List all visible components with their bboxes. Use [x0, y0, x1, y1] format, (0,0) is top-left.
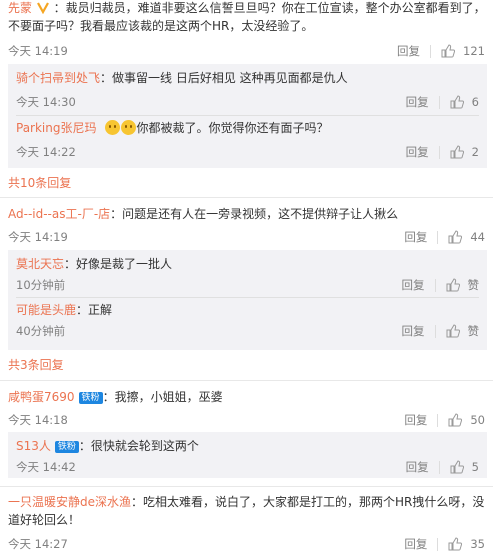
divider [434, 278, 436, 292]
comment-4: 一只温暖安静de深水渔：吃相太难看，说白了，大家都是打工的，那两个HR拽什么呀，… [0, 494, 493, 558]
reply-item: 可能是头鹿：正解 40分钟前 回复 赞 [8, 302, 487, 342]
like-count: 44 [470, 230, 485, 244]
reply-time: 今天 14:22 [16, 145, 76, 159]
like-button[interactable]: 121 [441, 44, 485, 58]
reply-item: S13人 铁粉 ：很快就会轮到这两个 今天 14:42 回复 5 [8, 438, 487, 478]
reply-button[interactable]: 回复 [404, 536, 427, 552]
divider [16, 115, 479, 116]
like-label: 赞 [467, 278, 480, 292]
reply-button[interactable]: 回复 [404, 229, 427, 245]
like-count: 2 [471, 145, 479, 159]
divider [16, 297, 479, 298]
reply-author[interactable]: S13人 [16, 439, 51, 453]
comment-1: 先蒙 ：裁员归裁员，难道非要这么信誓旦旦吗？你在工位宣读，整个办公室都看到了，员… [0, 0, 493, 168]
like-count: 35 [470, 537, 485, 551]
comment-author[interactable]: Ad--id--as工-厂-店 [8, 207, 110, 221]
comment-author[interactable]: 咸鸭蛋7690 [8, 390, 75, 404]
thumbs-up-icon [446, 278, 460, 292]
like-count: 6 [471, 95, 479, 109]
comment-author[interactable]: 一只温暖安静de深水渔 [8, 495, 131, 509]
reply-button[interactable]: 回复 [402, 323, 425, 339]
divider [437, 537, 439, 551]
reply-text: ：很快就会轮到这两个 [78, 439, 199, 453]
divider [438, 145, 440, 159]
reply-author[interactable]: 莫北天忘 [16, 257, 64, 271]
reply-item: Parking张尼玛 你都被裁了。你觉得你还有面子吗？ 今天 14:22 回复 2 [8, 120, 487, 164]
reply-time: 今天 14:42 [16, 460, 76, 474]
like-count: 5 [471, 460, 479, 474]
thumbs-up-icon [448, 537, 463, 551]
like-button[interactable]: 赞 [446, 277, 480, 293]
reply-text: ：正解 [76, 303, 113, 317]
comment-text: ：我擦，小姐姐，巫婆 [102, 390, 223, 404]
reply-button[interactable]: 回复 [406, 94, 429, 110]
like-button[interactable]: 5 [450, 460, 479, 474]
like-button[interactable]: 2 [450, 145, 479, 159]
reply-button[interactable]: 回复 [404, 412, 427, 428]
like-button[interactable]: 35 [448, 537, 485, 551]
reply-time: 10分钟前 [16, 278, 66, 292]
divider [430, 44, 432, 58]
reply-list: 骑个扫帚到处飞：做事留一线 日后好相见 这种再见面都是仇人 今天 14:30 回… [8, 64, 487, 168]
thumbs-up-icon [448, 230, 463, 244]
reply-author[interactable]: 骑个扫帚到处飞 [16, 71, 100, 85]
more-replies-link[interactable]: 共10条回复 [8, 174, 71, 191]
thumbs-up-icon [446, 324, 460, 338]
comment-time: 今天 14:27 [8, 537, 68, 551]
thumbs-up-icon [441, 44, 456, 58]
reply-list: S13人 铁粉 ：很快就会轮到这两个 今天 14:42 回复 5 [8, 432, 487, 478]
fan-badge: 铁粉 [78, 392, 103, 404]
comment-3: 咸鸭蛋7690 铁粉 ：我擦，小姐姐，巫婆 今天 14:18 回复 50 S13人铁… [0, 389, 493, 485]
comment-2: Ad--id--as工-厂-店：问题是还有人在一旁录视频，这不提供辩子让人揪么 … [0, 206, 493, 376]
reply-item: 莫北天忘：好像是裁了一批人 10分钟前 回复 赞 [8, 256, 487, 296]
like-button[interactable]: 赞 [446, 323, 480, 339]
reply-button[interactable]: 回复 [406, 144, 429, 160]
emoji-icon [120, 120, 136, 135]
comment-author[interactable]: 先蒙 [8, 1, 32, 15]
thumbs-up-icon [450, 95, 464, 109]
like-count: 121 [463, 44, 485, 58]
comment-text: ：问题是还有人在一旁录视频，这不提供辩子让人揪么 [110, 207, 399, 221]
comment-time: 今天 14:18 [8, 413, 68, 427]
reply-list: 莫北天忘：好像是裁了一批人 10分钟前 回复 赞 可能是头鹿：正解 40分钟前 … [8, 250, 487, 350]
divider [0, 197, 493, 198]
comment-text: ：裁员归裁员，难道非要这么信誓旦旦吗？你在工位宣读，整个办公室都看到了，员工 [53, 1, 485, 15]
divider [437, 413, 439, 427]
comment-text: ：吃相太难看，说白了，大家都是打工的，那两个HR拽什么呀，没听过天 [131, 495, 485, 509]
reply-text: 你都被裁了。你觉得你还有面子吗？ [136, 121, 329, 135]
thumbs-up-icon [450, 145, 464, 159]
reply-author[interactable]: Parking张尼玛 [16, 121, 97, 135]
reply-button[interactable]: 回复 [397, 43, 420, 59]
more-replies-link[interactable]: 共3条回复 [8, 356, 64, 373]
thumbs-up-icon [448, 413, 463, 427]
divider [0, 380, 493, 381]
reply-time: 40分钟前 [16, 324, 66, 338]
comment-time: 今天 14:19 [8, 44, 68, 58]
like-button[interactable]: 50 [448, 413, 485, 427]
reply-text: ：做事留一线 日后好相见 这种再见面都是仇人 [100, 71, 348, 85]
divider [438, 460, 440, 474]
reply-button[interactable]: 回复 [402, 277, 425, 293]
like-button[interactable]: 44 [448, 230, 485, 244]
divider [437, 230, 439, 244]
reply-author[interactable]: 可能是头鹿 [16, 303, 76, 317]
comment-text-cont: 道好轮回么！ [8, 513, 81, 527]
like-count: 50 [470, 413, 485, 427]
reply-time: 今天 14:30 [16, 95, 76, 109]
divider [434, 324, 436, 338]
comment-time: 今天 14:19 [8, 230, 68, 244]
like-label: 赞 [467, 324, 480, 338]
thumbs-up-icon [450, 460, 464, 474]
divider [0, 486, 493, 487]
reply-text: ：好像是裁了一批人 [64, 257, 173, 271]
reply-item: 骑个扫帚到处飞：做事留一线 日后好相见 这种再见面都是仇人 今天 14:30 回… [8, 70, 487, 114]
verified-v-icon [36, 2, 49, 14]
reply-button[interactable]: 回复 [406, 459, 429, 475]
like-button[interactable]: 6 [450, 95, 479, 109]
comment-text-cont: 不要面子吗？我看最应该裁的是这两个HR，太没经验了。 [8, 19, 314, 33]
fan-badge: 铁粉 [54, 441, 79, 453]
divider [438, 95, 440, 109]
emoji-icon [104, 120, 120, 135]
